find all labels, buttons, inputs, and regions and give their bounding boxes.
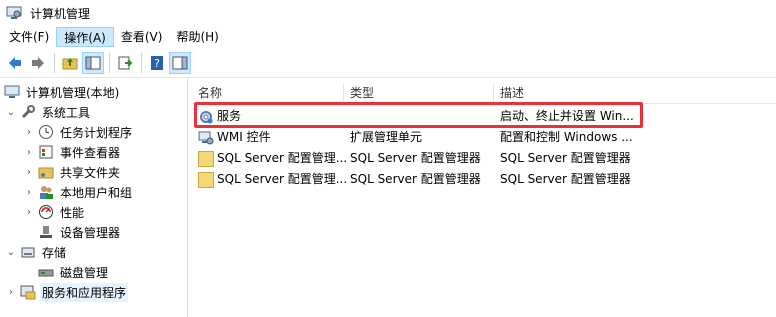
help-button[interactable]: ? bbox=[146, 52, 168, 74]
chevron-right-icon[interactable]: › bbox=[24, 147, 34, 158]
forward-button[interactable] bbox=[27, 52, 49, 74]
event-viewer-icon bbox=[38, 144, 54, 160]
action-pane-icon bbox=[172, 56, 188, 69]
navigation-tree: 计算机管理(本地) ⌄ 系统工具 › 任务计划程序 › 事件查看器 › 共享文件… bbox=[0, 79, 188, 317]
tree-label: 任务计划程序 bbox=[60, 125, 133, 140]
help-icon: ? bbox=[151, 55, 163, 70]
list-item[interactable]: 服务 启动、终止并设置 Win... bbox=[192, 106, 776, 127]
clock-icon bbox=[38, 124, 54, 140]
list-item-name: SQL Server 配置管理... bbox=[217, 151, 346, 165]
toolbar-separator bbox=[109, 52, 110, 73]
folder-icon bbox=[198, 171, 214, 188]
back-button[interactable] bbox=[4, 52, 26, 74]
tree-item-services-apps[interactable]: › 服务和应用程序 bbox=[6, 282, 129, 302]
device-manager-icon bbox=[38, 224, 54, 240]
tree-item-event-viewer[interactable]: › 事件查看器 bbox=[24, 142, 122, 162]
tree-item-system-tools[interactable]: ⌄ 系统工具 bbox=[6, 102, 92, 122]
toolbar-separator bbox=[54, 52, 55, 73]
tree-label: 事件查看器 bbox=[60, 145, 121, 160]
chevron-right-icon[interactable]: › bbox=[24, 127, 34, 138]
tree-item-performance[interactable]: › 性能 bbox=[24, 202, 86, 222]
export-list-button[interactable] bbox=[114, 52, 136, 74]
tree-label: 计算机管理(本地) bbox=[26, 85, 120, 100]
tree-label: 性能 bbox=[60, 205, 85, 220]
list-item-name: 服务 bbox=[217, 109, 242, 123]
tree-label: 磁盘管理 bbox=[60, 265, 109, 280]
storage-icon bbox=[20, 244, 36, 260]
list-item-description: SQL Server 配置管理器 bbox=[500, 151, 631, 165]
tree-item-storage[interactable]: ⌄ 存储 bbox=[6, 242, 68, 262]
tree-item-shared-folders[interactable]: › 共享文件夹 bbox=[24, 162, 122, 182]
tree-label: 系统工具 bbox=[42, 105, 91, 120]
performance-icon bbox=[38, 204, 54, 220]
list-item-description: SQL Server 配置管理器 bbox=[500, 172, 631, 186]
chevron-right-icon[interactable]: › bbox=[24, 187, 34, 198]
tree-label: 存储 bbox=[42, 245, 67, 260]
tree-item-local-users[interactable]: › 本地用户和组 bbox=[24, 182, 134, 202]
column-header-description[interactable]: 描述 bbox=[494, 83, 776, 103]
list-item-name: WMI 控件 bbox=[217, 130, 271, 144]
disk-icon bbox=[38, 264, 54, 280]
gear-icon bbox=[198, 109, 214, 125]
up-folder-button[interactable] bbox=[59, 52, 81, 74]
list-item-name: SQL Server 配置管理... bbox=[217, 172, 346, 186]
title-bar: 计算机管理 bbox=[0, 0, 776, 26]
show-hide-tree-icon bbox=[85, 56, 101, 69]
shared-folder-icon bbox=[38, 164, 54, 180]
show-hide-tree-button[interactable] bbox=[82, 51, 104, 74]
column-header-type[interactable]: 类型 bbox=[344, 83, 494, 103]
list-item[interactable]: SQL Server 配置管理... SQL Server 配置管理器 SQL … bbox=[192, 148, 776, 169]
computer-icon bbox=[4, 84, 20, 100]
chevron-right-icon[interactable]: › bbox=[24, 167, 34, 178]
up-folder-icon bbox=[62, 57, 78, 69]
tree-label: 服务和应用程序 bbox=[40, 282, 129, 302]
chevron-down-icon[interactable]: ⌄ bbox=[6, 107, 16, 118]
list-item-type bbox=[350, 106, 496, 127]
action-pane-button[interactable] bbox=[169, 51, 191, 74]
menu-action[interactable]: 操作(A) bbox=[56, 27, 114, 47]
tools-icon bbox=[20, 104, 36, 120]
menu-bar: 文件(F) 操作(A) 查看(V) 帮助(H) bbox=[0, 26, 776, 48]
column-header-name[interactable]: 名称 bbox=[192, 83, 344, 103]
svg-text:?: ? bbox=[154, 57, 160, 70]
wmi-icon bbox=[198, 130, 214, 146]
export-list-icon bbox=[118, 56, 133, 69]
tree-label: 本地用户和组 bbox=[60, 185, 133, 200]
chevron-down-icon[interactable]: ⌄ bbox=[6, 247, 16, 258]
users-icon bbox=[38, 184, 54, 200]
tree-item-task-scheduler[interactable]: › 任务计划程序 bbox=[24, 122, 134, 142]
tree-label: 共享文件夹 bbox=[60, 165, 121, 180]
window-title: 计算机管理 bbox=[30, 6, 91, 21]
list-view: 名称 类型 描述 服务 启动、终止并设置 Win... WMI 控件 扩展管理单… bbox=[192, 79, 776, 317]
header-divider bbox=[192, 103, 776, 104]
list-item-type: SQL Server 配置管理器 bbox=[350, 151, 481, 165]
tree-item-device-manager[interactable]: 设备管理器 bbox=[38, 222, 122, 242]
toolbar: ? bbox=[0, 48, 776, 78]
folder-icon bbox=[198, 150, 214, 167]
forward-arrow-icon bbox=[32, 56, 44, 69]
computer-management-icon bbox=[6, 5, 22, 21]
back-arrow-icon bbox=[9, 56, 21, 69]
chevron-right-icon[interactable]: › bbox=[24, 207, 34, 218]
chevron-right-icon[interactable]: › bbox=[6, 287, 16, 298]
list-item[interactable]: SQL Server 配置管理... SQL Server 配置管理器 SQL … bbox=[192, 169, 776, 190]
menu-file[interactable]: 文件(F) bbox=[2, 27, 56, 47]
list-item-description: 配置和控制 Windows ... bbox=[500, 130, 633, 144]
list-item-type: SQL Server 配置管理器 bbox=[350, 172, 481, 186]
tree-item-disk-management[interactable]: 磁盘管理 bbox=[38, 262, 110, 282]
list-item[interactable]: WMI 控件 扩展管理单元 配置和控制 Windows ... bbox=[192, 127, 776, 148]
tree-label: 设备管理器 bbox=[60, 225, 121, 240]
list-item-description: 启动、终止并设置 Win... bbox=[500, 109, 634, 123]
tree-item-root[interactable]: 计算机管理(本地) bbox=[4, 82, 121, 102]
menu-view[interactable]: 查看(V) bbox=[114, 27, 170, 47]
list-item-type: 扩展管理单元 bbox=[350, 130, 423, 144]
services-apps-icon bbox=[20, 284, 36, 300]
toolbar-separator bbox=[141, 52, 142, 73]
menu-help[interactable]: 帮助(H) bbox=[169, 27, 225, 47]
